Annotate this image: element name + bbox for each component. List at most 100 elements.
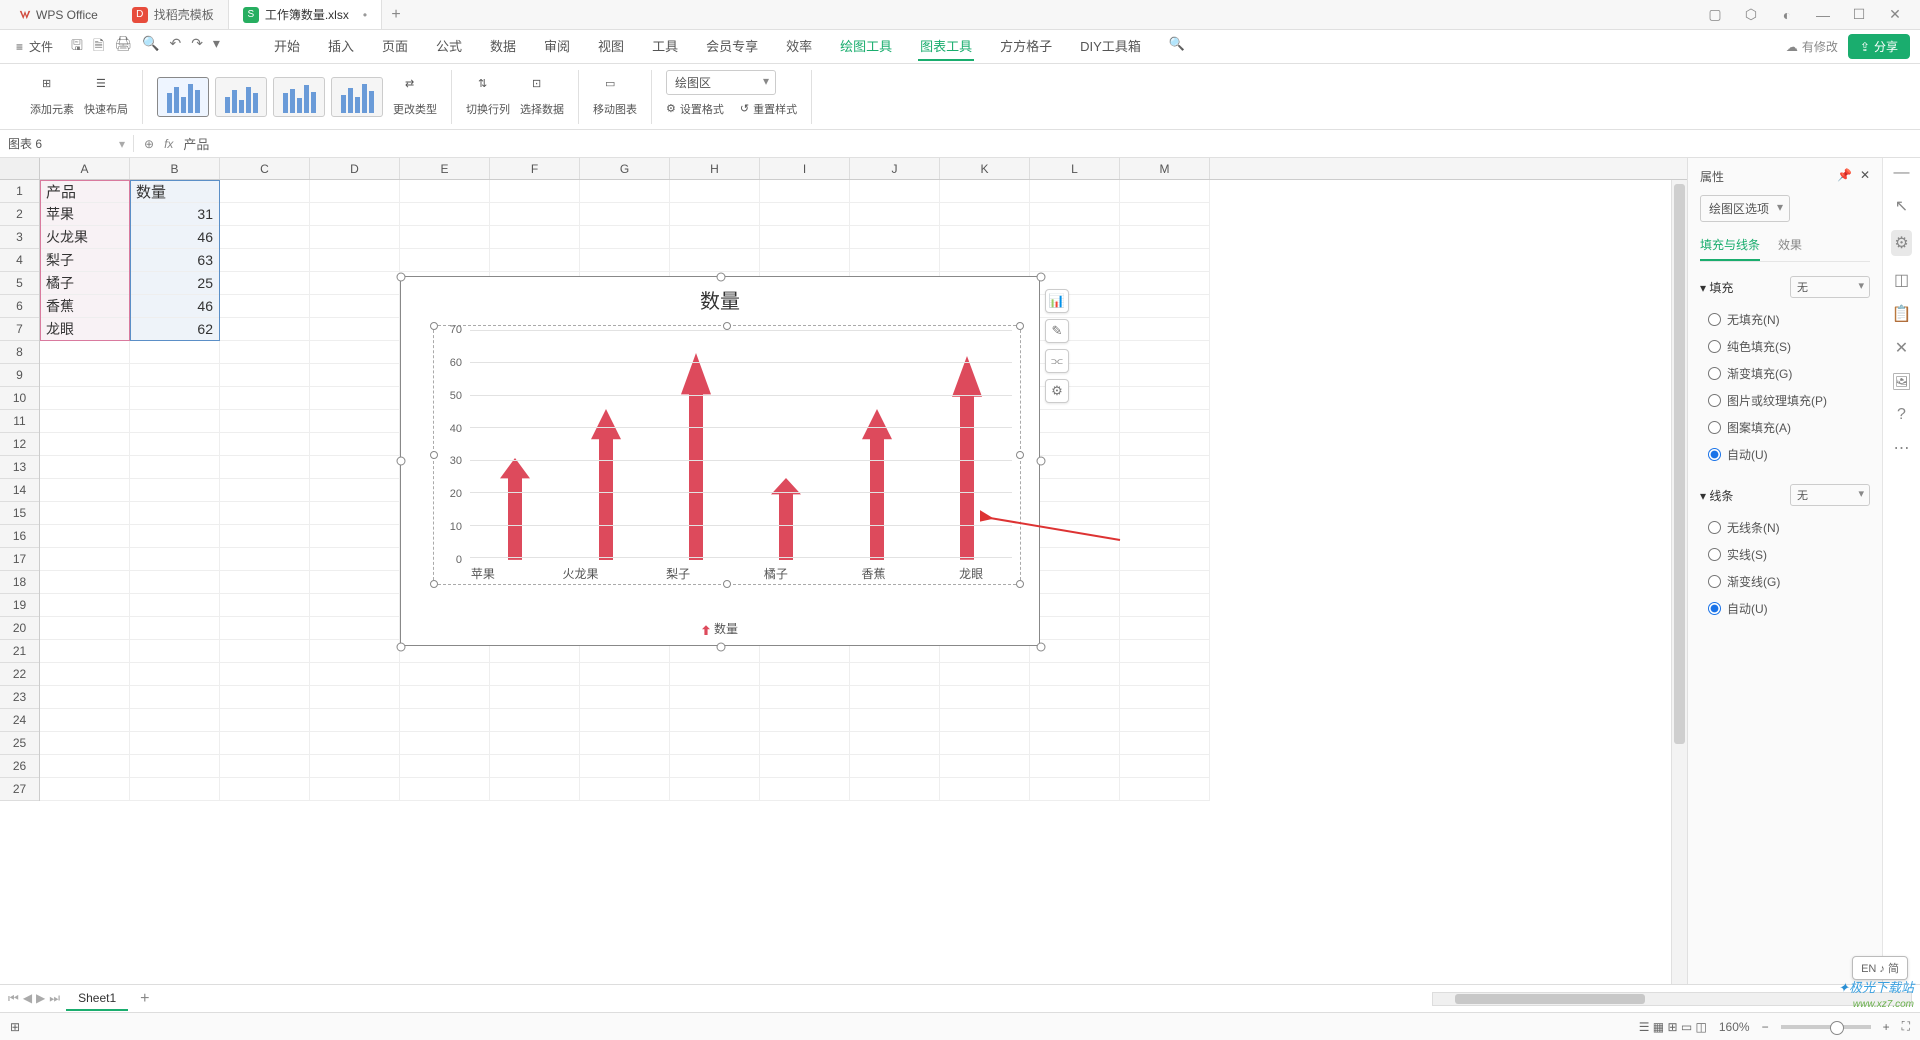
status-mode-icon[interactable]: ⊞	[10, 1020, 20, 1034]
cell-I26[interactable]	[760, 755, 850, 778]
bar-橘子[interactable]	[771, 478, 801, 560]
cell-B10[interactable]	[130, 387, 220, 410]
cell-B4[interactable]: 63	[130, 249, 220, 272]
cell-C21[interactable]	[220, 640, 310, 663]
zoom-value[interactable]: 160%	[1719, 1020, 1750, 1034]
cell-F4[interactable]	[490, 249, 580, 272]
row-header-25[interactable]: 25	[0, 732, 39, 755]
cell-D27[interactable]	[310, 778, 400, 801]
row-header-27[interactable]: 27	[0, 778, 39, 801]
first-sheet-icon[interactable]: ⏮	[8, 991, 19, 1006]
cell-M21[interactable]	[1120, 640, 1210, 663]
cell-A12[interactable]	[40, 433, 130, 456]
cell-K3[interactable]	[940, 226, 1030, 249]
cell-A7[interactable]: 龙眼	[40, 318, 130, 341]
row-header-5[interactable]: 5	[0, 272, 39, 295]
tab-review[interactable]: 审阅	[542, 32, 572, 61]
cell-A22[interactable]	[40, 663, 130, 686]
cell-G26[interactable]	[580, 755, 670, 778]
cell-M22[interactable]	[1120, 663, 1210, 686]
row-header-24[interactable]: 24	[0, 709, 39, 732]
cell-B27[interactable]	[130, 778, 220, 801]
chart-style-4[interactable]	[331, 77, 383, 117]
cell-C3[interactable]	[220, 226, 310, 249]
radio-input[interactable]	[1708, 575, 1721, 588]
cell-B1[interactable]: 数量	[130, 180, 220, 203]
row-header-10[interactable]: 10	[0, 387, 39, 410]
prop-radio[interactable]: 纯色填充(S)	[1700, 333, 1870, 360]
cell-B9[interactable]	[130, 364, 220, 387]
add-sheet-button[interactable]: +	[134, 990, 155, 1008]
tab-data[interactable]: 数据	[488, 32, 518, 61]
cell-C4[interactable]	[220, 249, 310, 272]
cell-K27[interactable]	[940, 778, 1030, 801]
cell-M3[interactable]	[1120, 226, 1210, 249]
radio-input[interactable]	[1708, 448, 1721, 461]
switch-rc-button[interactable]: ⇅切换行列	[466, 77, 510, 117]
pin-icon[interactable]: 📌	[1837, 168, 1852, 182]
cell-A2[interactable]: 苹果	[40, 203, 130, 226]
prop-area-dropdown[interactable]: 绘图区选项	[1700, 195, 1790, 222]
row-header-12[interactable]: 12	[0, 433, 39, 456]
tab-charttools[interactable]: 图表工具	[918, 32, 974, 61]
row-header-15[interactable]: 15	[0, 502, 39, 525]
radio-input[interactable]	[1708, 313, 1721, 326]
cell-M11[interactable]	[1120, 410, 1210, 433]
cell-H22[interactable]	[670, 663, 760, 686]
prop-radio[interactable]: 实线(S)	[1700, 541, 1870, 568]
cell-B13[interactable]	[130, 456, 220, 479]
cell-C15[interactable]	[220, 502, 310, 525]
cell-M23[interactable]	[1120, 686, 1210, 709]
cell-H23[interactable]	[670, 686, 760, 709]
cell-M5[interactable]	[1120, 272, 1210, 295]
redo-icon[interactable]: ↷	[191, 35, 203, 59]
cell-J25[interactable]	[850, 732, 940, 755]
row-header-21[interactable]: 21	[0, 640, 39, 663]
prop-section-title[interactable]: ▾ 线条	[1700, 487, 1733, 504]
cell-D20[interactable]	[310, 617, 400, 640]
preview-icon[interactable]: 🔍	[142, 35, 159, 59]
ime-indicator[interactable]: EN ♪ 简	[1852, 956, 1908, 980]
row-header-4[interactable]: 4	[0, 249, 39, 272]
cell-L22[interactable]	[1030, 663, 1120, 686]
cell-D23[interactable]	[310, 686, 400, 709]
bar-香蕉[interactable]	[862, 409, 892, 560]
cell-A8[interactable]	[40, 341, 130, 364]
cell-D15[interactable]	[310, 502, 400, 525]
cell-E22[interactable]	[400, 663, 490, 686]
cell-F22[interactable]	[490, 663, 580, 686]
prop-radio[interactable]: 无填充(N)	[1700, 306, 1870, 333]
cell-M9[interactable]	[1120, 364, 1210, 387]
cell-M15[interactable]	[1120, 502, 1210, 525]
cell-L5[interactable]	[1030, 272, 1120, 295]
bar-龙眼[interactable]	[952, 356, 982, 560]
cell-G2[interactable]	[580, 203, 670, 226]
cell-H25[interactable]	[670, 732, 760, 755]
tab-start[interactable]: 开始	[272, 32, 302, 61]
cell-A4[interactable]: 梨子	[40, 249, 130, 272]
cell-L11[interactable]	[1030, 410, 1120, 433]
last-sheet-icon[interactable]: ⏭	[49, 991, 60, 1006]
cell-J4[interactable]	[850, 249, 940, 272]
cursor-icon[interactable]: ↖	[1895, 196, 1908, 216]
col-header-L[interactable]: L	[1030, 158, 1120, 179]
cell-E26[interactable]	[400, 755, 490, 778]
col-header-A[interactable]: A	[40, 158, 130, 179]
move-chart-button[interactable]: ▭移动图表	[593, 77, 637, 117]
undo-icon[interactable]: ↶	[169, 35, 181, 59]
row-header-3[interactable]: 3	[0, 226, 39, 249]
cell-C8[interactable]	[220, 341, 310, 364]
cell-A17[interactable]	[40, 548, 130, 571]
cell-A6[interactable]: 香蕉	[40, 295, 130, 318]
col-header-F[interactable]: F	[490, 158, 580, 179]
chart-style-3[interactable]	[273, 77, 325, 117]
prop-section-title[interactable]: ▾ 填充	[1700, 279, 1733, 296]
bar-火龙果[interactable]	[591, 409, 621, 560]
export-icon[interactable]: 🗎	[93, 35, 104, 59]
cell-H1[interactable]	[670, 180, 760, 203]
cell-D9[interactable]	[310, 364, 400, 387]
cell-G23[interactable]	[580, 686, 670, 709]
chart-elements-button[interactable]: 📊	[1045, 289, 1069, 313]
row-header-8[interactable]: 8	[0, 341, 39, 364]
cell-F1[interactable]	[490, 180, 580, 203]
